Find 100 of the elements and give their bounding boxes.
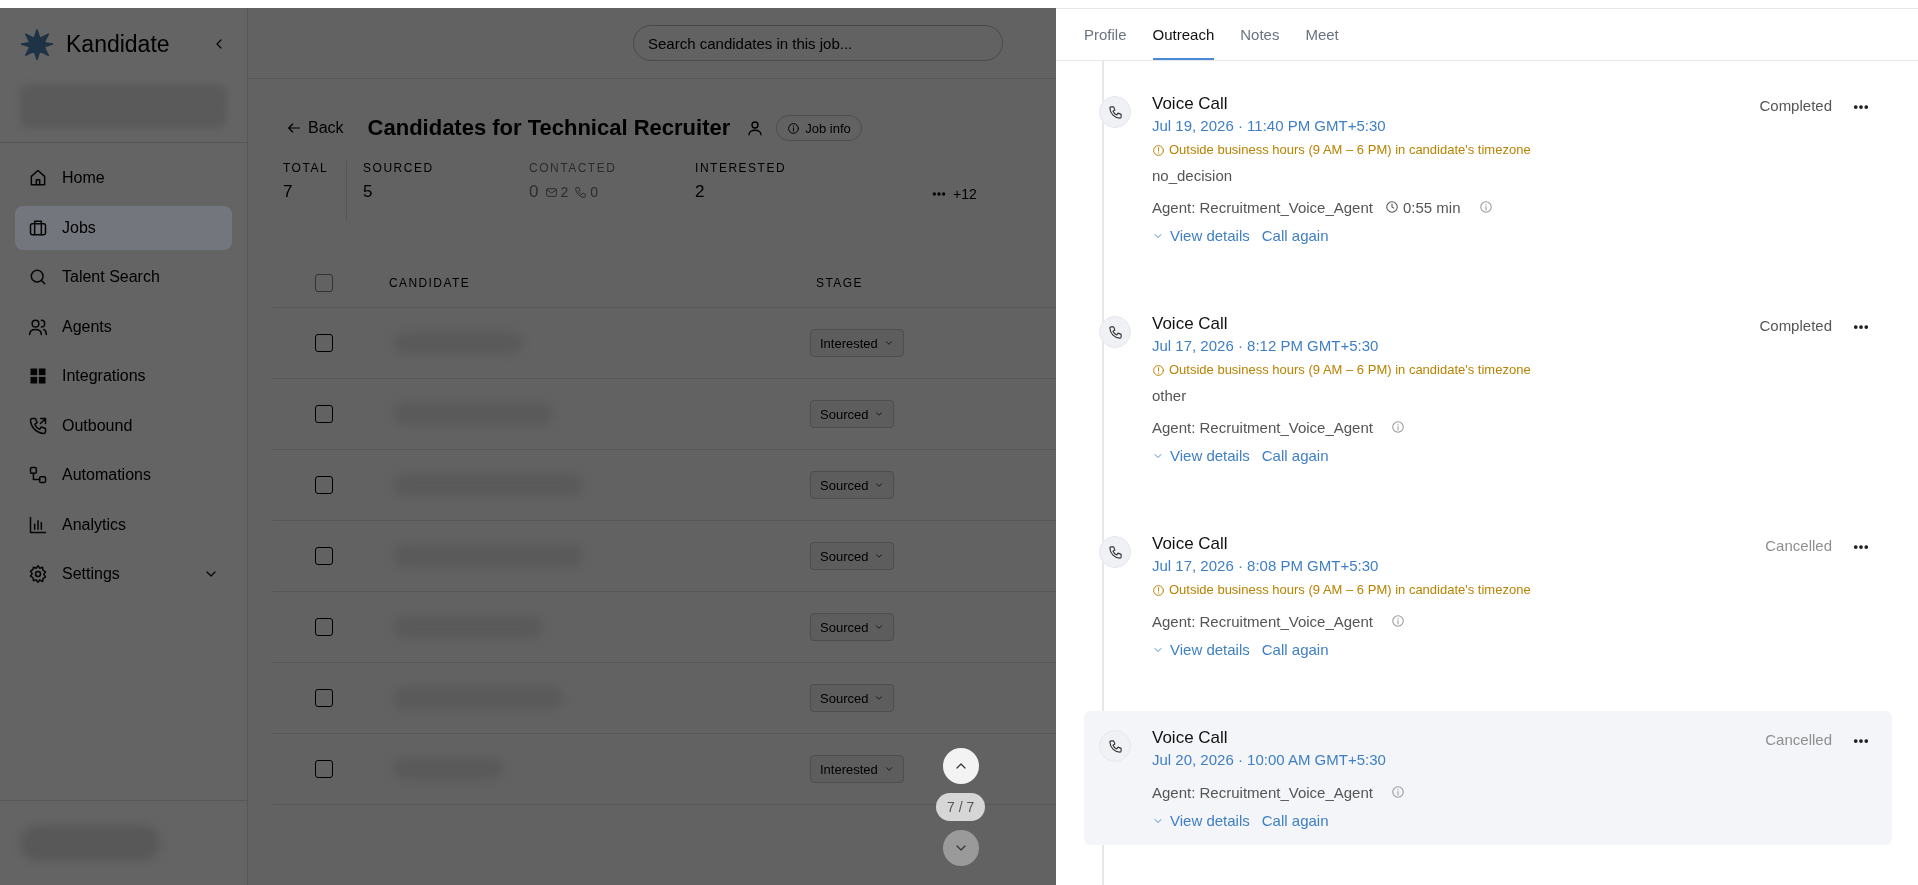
chevron-down-icon: [883, 764, 894, 774]
grid-icon: [28, 366, 48, 387]
search-field[interactable]: Search candidates in this job...: [633, 25, 1003, 61]
position-counter: 7 / 7: [936, 793, 986, 821]
stat-label: INTERESTED: [695, 161, 788, 175]
nav-item[interactable]: Talent Search: [15, 255, 232, 300]
phone-icon: [1099, 96, 1131, 128]
call-status: Completed: [1759, 97, 1832, 114]
view-details-link[interactable]: View details: [1152, 227, 1250, 244]
stage-dropdown[interactable]: Interested: [810, 329, 904, 357]
stat-value: 7: [283, 182, 293, 202]
call-status: Cancelled: [1765, 731, 1832, 748]
warning-icon: [1152, 583, 1165, 597]
nav-item[interactable]: Automations: [15, 453, 232, 498]
warning-icon: [1152, 143, 1165, 157]
stat-value: 5: [363, 182, 373, 202]
agent-name: Agent: Recruitment_Voice_Agent: [1152, 418, 1373, 436]
checkbox[interactable]: [315, 476, 333, 494]
call-status: Completed: [1759, 317, 1832, 334]
clock-icon: [1385, 200, 1399, 214]
checkbox[interactable]: [315, 689, 333, 707]
chevron-down-icon: [874, 551, 885, 561]
tab[interactable]: Meet: [1305, 9, 1339, 60]
checkbox[interactable]: [315, 618, 333, 636]
call-duration: 0:55 min: [1403, 198, 1461, 216]
entry-title: Voice Call: [1152, 533, 1229, 555]
nav-item[interactable]: Jobs: [15, 205, 232, 250]
agent-name: Agent: Recruitment_Voice_Agent: [1152, 612, 1373, 630]
warning-icon: [1152, 363, 1165, 377]
info-icon[interactable]: [1478, 200, 1493, 214]
call-again-link[interactable]: Call again: [1261, 812, 1329, 829]
entry-datetime: Jul 17, 2026 · 8:08 PM GMT+5:30: [1152, 556, 1380, 576]
nav-item[interactable]: Integrations: [15, 354, 232, 399]
warning-text: Outside business hours (9 AM – 6 PM) in candidate's timezone: [1169, 361, 1531, 379]
bar-chart-icon: [28, 514, 48, 535]
entry-datetime: Jul 20, 2026 · 10:00 AM GMT+5:30: [1152, 750, 1387, 770]
chevron-down-icon: [874, 480, 885, 490]
checkbox[interactable]: [315, 274, 333, 292]
stage-dropdown[interactable]: Sourced: [810, 613, 895, 641]
logo-icon: [20, 27, 54, 61]
settings-icon: [28, 564, 48, 585]
call-again-link[interactable]: Call again: [1261, 447, 1329, 464]
call-outcome: no_decision: [1152, 166, 1234, 186]
stage-dropdown[interactable]: Interested: [810, 755, 904, 783]
agent-name: Agent: Recruitment_Voice_Agent: [1152, 198, 1373, 216]
nav-item[interactable]: Agents: [15, 304, 232, 349]
more-count[interactable]: +12: [953, 186, 977, 202]
entry-datetime: Jul 19, 2026 · 11:40 PM GMT+5:30: [1152, 116, 1387, 136]
nav-item[interactable]: Home: [15, 156, 232, 201]
info-icon[interactable]: [1391, 420, 1405, 434]
phone-icon: [574, 185, 588, 199]
checkbox[interactable]: [315, 405, 333, 423]
view-details-link[interactable]: View details: [1152, 812, 1250, 829]
stage-dropdown[interactable]: Sourced: [810, 400, 895, 428]
entry-title: Voice Call: [1152, 727, 1229, 749]
info-icon[interactable]: [1391, 785, 1405, 799]
flow-icon: [28, 465, 48, 486]
call-again-link[interactable]: Call again: [1261, 227, 1329, 244]
call-status: Cancelled: [1765, 537, 1832, 554]
brand-name: Kandidate: [66, 30, 171, 58]
stat-label: SOURCED: [363, 161, 435, 175]
stage-dropdown[interactable]: Sourced: [810, 684, 895, 712]
person-icon[interactable]: [746, 119, 765, 137]
entry-datetime: Jul 17, 2026 · 8:12 PM GMT+5:30: [1152, 336, 1380, 356]
checkbox[interactable]: [315, 760, 333, 778]
checkbox[interactable]: [315, 334, 333, 352]
stat-label: TOTAL: [283, 161, 329, 175]
nav-item[interactable]: Analytics: [15, 502, 232, 547]
info-icon: [787, 121, 801, 135]
nav-item[interactable]: Outbound: [15, 403, 232, 448]
agent-name: Agent: Recruitment_Voice_Agent: [1152, 783, 1373, 801]
view-details-link[interactable]: View details: [1152, 447, 1250, 464]
previous-button[interactable]: [942, 748, 979, 784]
nav-item[interactable]: Settings: [15, 552, 232, 597]
column-header: STAGE: [816, 276, 863, 290]
call-again-link[interactable]: Call again: [1261, 641, 1329, 658]
mail-icon: [544, 185, 558, 199]
stage-dropdown[interactable]: Sourced: [810, 471, 895, 499]
call-outcome: other: [1152, 386, 1188, 406]
chevron-down-icon: [874, 409, 885, 419]
tab[interactable]: Profile: [1084, 9, 1127, 60]
phone-icon: [28, 415, 48, 436]
entry-title: Voice Call: [1152, 93, 1229, 115]
info-icon[interactable]: [1391, 614, 1405, 628]
checkbox[interactable]: [315, 547, 333, 565]
chevron-down-icon: [874, 693, 885, 703]
chevron-down-icon: [874, 622, 885, 632]
tab[interactable]: Notes: [1240, 9, 1280, 60]
page-title: Candidates for Technical Recruiter: [367, 115, 731, 141]
chevron-down-icon: [883, 338, 894, 348]
phone-icon: [1099, 730, 1131, 762]
stat-value: 2: [695, 182, 705, 202]
phone-icon: [1099, 316, 1131, 348]
view-details-link[interactable]: View details: [1152, 641, 1250, 658]
back-button[interactable]: Back: [286, 119, 344, 137]
stage-dropdown[interactable]: Sourced: [810, 542, 895, 570]
warning-text: Outside business hours (9 AM – 6 PM) in candidate's timezone: [1169, 581, 1531, 599]
phone-icon: [1099, 536, 1131, 568]
entry-title: Voice Call: [1152, 313, 1229, 335]
warning-text: Outside business hours (9 AM – 6 PM) in candidate's timezone: [1169, 141, 1531, 159]
